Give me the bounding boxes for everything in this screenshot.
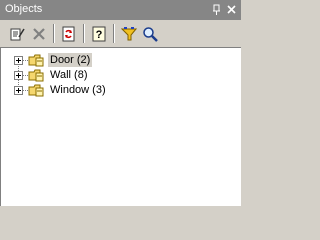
filter-icon <box>121 27 137 41</box>
toolbar-separator <box>113 24 115 43</box>
tree-node-label[interactable]: Window (3) <box>48 83 108 97</box>
tree-node-window[interactable]: Window (3) <box>0 82 239 99</box>
filter-button[interactable] <box>119 24 139 44</box>
expand-icon[interactable] <box>14 56 23 65</box>
objects-folder-icon <box>28 84 44 97</box>
toolbar-separator <box>53 24 55 43</box>
search-button[interactable] <box>140 24 160 44</box>
search-icon <box>143 27 158 42</box>
panel-title: Objects <box>5 3 43 15</box>
svg-text:?: ? <box>96 29 103 41</box>
objects-folder-icon <box>28 69 44 82</box>
tree-node-label[interactable]: Wall (8) <box>48 68 89 82</box>
properties-button[interactable] <box>7 24 27 44</box>
close-icon[interactable] <box>225 3 238 16</box>
panel-titlebar[interactable]: Objects <box>0 0 241 20</box>
delete-button[interactable] <box>29 24 49 44</box>
toolbar: ? <box>1 20 239 47</box>
objects-panel: Objects ? Door (2) Wall (8) Window (3) <box>0 0 241 206</box>
toolbar-separator <box>83 24 85 43</box>
delete-icon <box>33 28 45 40</box>
tree-node-label[interactable]: Door (2) <box>48 53 93 67</box>
pin-icon[interactable] <box>210 3 223 16</box>
refresh-button[interactable] <box>59 24 79 44</box>
objects-folder-icon <box>28 54 44 67</box>
properties-icon <box>10 28 25 41</box>
expand-icon[interactable] <box>14 86 23 95</box>
help-icon: ? <box>92 26 106 42</box>
expand-icon[interactable] <box>14 71 23 80</box>
help-button[interactable]: ? <box>89 24 109 44</box>
refresh-icon <box>62 26 75 42</box>
